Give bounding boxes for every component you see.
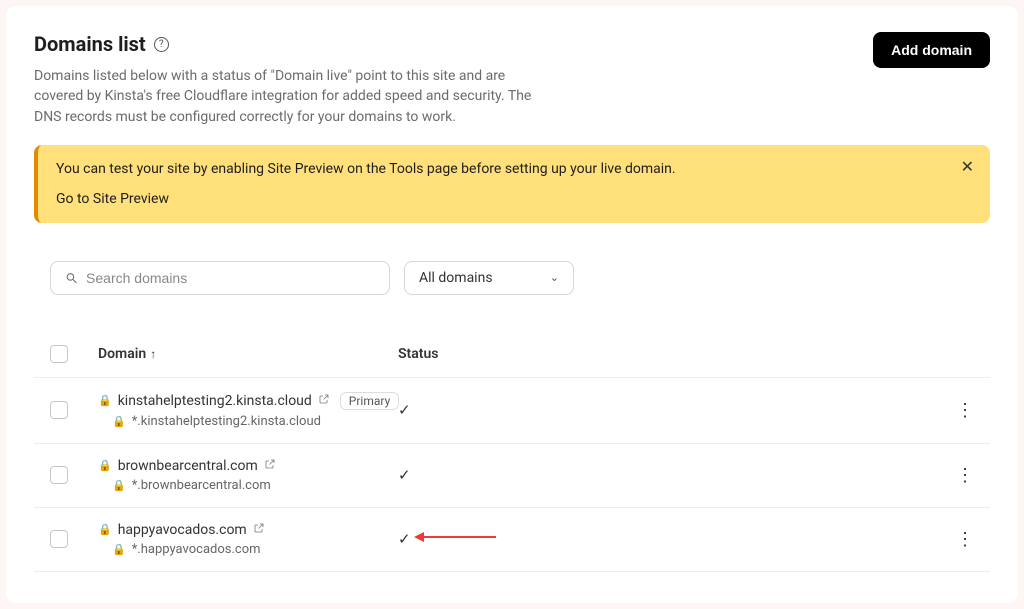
table-row: 🔒 happyavocados.com 🔒 *.happyavocados.com ✓ ⋮ xyxy=(34,508,990,572)
row-actions-button[interactable]: ⋮ xyxy=(956,529,974,550)
domains-table: Domain↑ Status 🔒 kinstahelptesting2.kinst… xyxy=(34,335,990,572)
row-checkbox[interactable] xyxy=(50,401,68,419)
status-cell: ✓ xyxy=(398,466,914,484)
lock-icon: 🔒 xyxy=(112,415,126,428)
domain-name: kinstahelptesting2.kinsta.cloud xyxy=(118,393,312,409)
wildcard-domain: *.happyavocados.com xyxy=(132,542,261,557)
search-input-wrapper[interactable] xyxy=(50,261,390,295)
search-icon xyxy=(65,271,78,285)
search-input[interactable] xyxy=(86,270,375,286)
row-actions-button[interactable]: ⋮ xyxy=(956,400,974,421)
check-icon: ✓ xyxy=(398,530,411,548)
filter-label: All domains xyxy=(419,270,493,286)
column-header-domain[interactable]: Domain↑ xyxy=(98,346,398,362)
check-icon: ✓ xyxy=(398,466,411,484)
help-icon[interactable]: ? xyxy=(154,37,169,52)
wildcard-domain: *.brownbearcentral.com xyxy=(132,478,271,493)
chevron-down-icon: ⌄ xyxy=(550,271,559,284)
wildcard-domain: *.kinstahelptesting2.kinsta.cloud xyxy=(132,414,321,429)
status-cell: ✓ xyxy=(398,530,914,548)
external-link-icon[interactable] xyxy=(264,458,276,474)
lock-icon: 🔒 xyxy=(98,459,112,472)
column-header-status[interactable]: Status xyxy=(398,346,914,362)
add-domain-button[interactable]: Add domain xyxy=(873,32,990,68)
external-link-icon[interactable] xyxy=(318,393,330,409)
domain-name: brownbearcentral.com xyxy=(118,458,258,474)
row-actions-button[interactable]: ⋮ xyxy=(956,465,974,486)
row-checkbox[interactable] xyxy=(50,466,68,484)
lock-icon: 🔒 xyxy=(112,479,126,492)
banner-text: You can test your site by enabling Site … xyxy=(56,161,972,177)
row-checkbox[interactable] xyxy=(50,530,68,548)
primary-badge: Primary xyxy=(340,392,399,410)
select-all-checkbox[interactable] xyxy=(50,345,68,363)
page-subtitle: Domains listed below with a status of "D… xyxy=(34,66,554,127)
sort-asc-icon: ↑ xyxy=(150,347,156,361)
domain-name: happyavocados.com xyxy=(118,522,247,538)
status-cell: ✓ xyxy=(398,401,914,419)
page-title: Domains list xyxy=(34,32,146,56)
table-row: 🔒 brownbearcentral.com 🔒 *.brownbearcentral… xyxy=(34,444,990,508)
go-to-site-preview-link[interactable]: Go to Site Preview xyxy=(56,191,972,207)
external-link-icon[interactable] xyxy=(253,522,265,538)
annotation-arrow xyxy=(414,532,496,542)
site-preview-banner: ✕ You can test your site by enabling Sit… xyxy=(34,145,990,223)
domain-filter-select[interactable]: All domains ⌄ xyxy=(404,261,574,295)
close-icon[interactable]: ✕ xyxy=(961,157,974,177)
lock-icon: 🔒 xyxy=(112,543,126,556)
table-row: 🔒 kinstahelptesting2.kinsta.cloud Primary 🔒… xyxy=(34,378,990,444)
lock-icon: 🔒 xyxy=(98,523,112,536)
lock-icon: 🔒 xyxy=(98,394,112,407)
check-icon: ✓ xyxy=(398,401,411,419)
